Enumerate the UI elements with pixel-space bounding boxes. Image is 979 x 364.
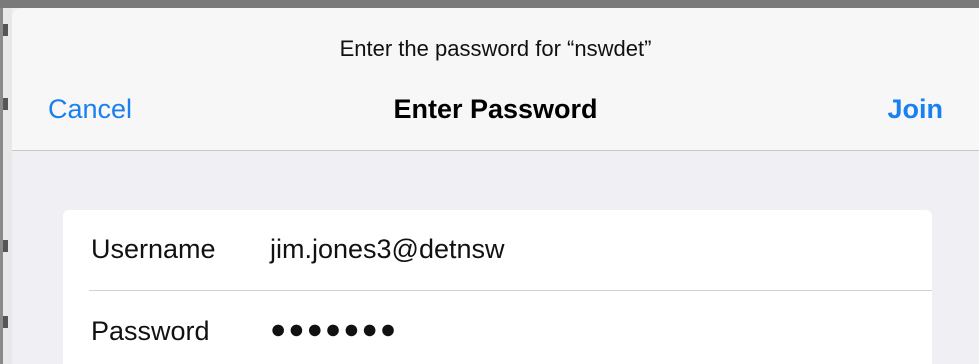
password-sheet: Enter the password for “nswdet” Cancel E… bbox=[12, 8, 979, 364]
network-prompt: Enter the password for “nswdet” bbox=[339, 36, 652, 61]
password-label: Password bbox=[91, 316, 210, 346]
credentials-form: Username jim.jones3@detnsw Password ●●●●… bbox=[63, 210, 932, 364]
navigation-bar: Enter the password for “nswdet” Cancel E… bbox=[12, 8, 979, 151]
row-separator bbox=[89, 290, 932, 291]
background-mark bbox=[3, 24, 8, 36]
sheet-title: Enter Password bbox=[393, 94, 598, 124]
join-button[interactable]: Join bbox=[887, 94, 943, 125]
background-left-inner bbox=[3, 0, 12, 364]
username-row[interactable]: Username jim.jones3@detnsw bbox=[63, 210, 932, 290]
background-top-edge bbox=[0, 0, 979, 8]
background-mark bbox=[3, 98, 8, 110]
cancel-button[interactable]: Cancel bbox=[48, 94, 132, 125]
background-mark bbox=[3, 316, 8, 328]
password-row[interactable]: Password ●●●●●●● bbox=[63, 292, 932, 364]
password-field[interactable]: ●●●●●●● bbox=[270, 314, 398, 345]
username-label: Username bbox=[91, 234, 216, 264]
background-mark bbox=[3, 240, 8, 252]
username-field[interactable]: jim.jones3@detnsw bbox=[270, 234, 870, 265]
